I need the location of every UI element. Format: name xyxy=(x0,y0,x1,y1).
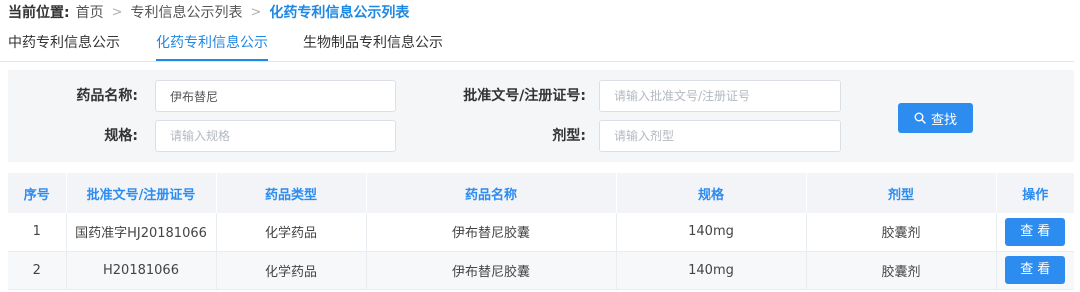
column-header-action: 操作 xyxy=(996,173,1074,213)
column-header-approval-no: 批准文号/注册证号 xyxy=(66,173,217,213)
view-button[interactable]: 查看 xyxy=(1005,256,1066,284)
breadcrumb-patent-list-link[interactable]: 专利信息公示列表 xyxy=(131,2,243,22)
drug-name-input[interactable] xyxy=(155,80,396,112)
tab-chemical-patent[interactable]: 化药专利信息公示 xyxy=(156,30,268,61)
cell-no: 2 xyxy=(8,251,67,290)
cell-action: 查看 xyxy=(996,251,1074,290)
search-button-label: 查找 xyxy=(930,112,957,128)
cell-spec: 140mg xyxy=(616,251,807,290)
dosage-form-input[interactable] xyxy=(599,120,841,152)
view-button[interactable]: 查看 xyxy=(1005,217,1066,246)
column-header-drug-type: 药品类型 xyxy=(216,173,367,213)
table-row: 2 H20181066 化学药品 伊布替尼胶囊 140mg 胶囊剂 查看 xyxy=(8,251,1074,290)
breadcrumb-current: 化药专利信息公示列表 xyxy=(269,5,410,21)
spec-label: 规格: xyxy=(104,128,138,144)
breadcrumb: 当前位置: 首页 > 专利信息公示列表 > 化药专利信息公示列表 xyxy=(8,2,409,22)
cell-drug-type: 化学药品 xyxy=(216,213,367,252)
tab-biologic-patent[interactable]: 生物制品专利信息公示 xyxy=(303,30,443,61)
cell-drug-name: 伊布替尼胶囊 xyxy=(366,213,617,252)
tab-tcm-patent[interactable]: 中药专利信息公示 xyxy=(8,30,120,61)
approval-no-input[interactable] xyxy=(599,80,841,112)
column-header-spec: 规格 xyxy=(616,173,807,213)
cell-action: 查看 xyxy=(996,213,1074,252)
filter-panel: 药品名称: 批准文号/注册证号: 规格: 剂型: 查找 xyxy=(8,70,1074,162)
spec-input[interactable] xyxy=(155,120,396,152)
cell-dosage-form: 胶囊剂 xyxy=(806,251,997,290)
cell-approval-no: H20181066 xyxy=(66,251,217,290)
breadcrumb-separator: > xyxy=(111,4,123,20)
cell-approval-no: 国药准字HJ20181066 xyxy=(66,213,217,252)
cell-no: 1 xyxy=(8,213,67,252)
column-header-drug-name: 药品名称 xyxy=(366,173,617,213)
cell-drug-name: 伊布替尼胶囊 xyxy=(366,251,617,290)
tab-bar: 中药专利信息公示 化药专利信息公示 生物制品专利信息公示 xyxy=(0,30,1074,62)
search-icon xyxy=(914,112,926,124)
column-header-no: 序号 xyxy=(8,173,67,213)
breadcrumb-prefix: 当前位置: xyxy=(8,5,70,21)
search-button[interactable]: 查找 xyxy=(898,103,973,133)
breadcrumb-separator: > xyxy=(250,4,262,20)
column-header-dosage-form: 剂型 xyxy=(806,173,997,213)
table-row: 1 国药准字HJ20181066 化学药品 伊布替尼胶囊 140mg 胶囊剂 查… xyxy=(8,213,1074,252)
table-header-row: 序号 批准文号/注册证号 药品类型 药品名称 规格 剂型 操作 xyxy=(8,173,1074,213)
cell-drug-type: 化学药品 xyxy=(216,251,367,290)
drug-name-label: 药品名称: xyxy=(76,88,138,104)
cell-dosage-form: 胶囊剂 xyxy=(806,213,997,252)
results-table: 序号 批准文号/注册证号 药品类型 药品名称 规格 剂型 操作 1 国药准字HJ… xyxy=(8,173,1074,290)
cell-spec: 140mg xyxy=(616,213,807,252)
breadcrumb-home-link[interactable]: 首页 xyxy=(76,2,104,22)
dosage-form-label: 剂型: xyxy=(552,128,586,144)
approval-no-label: 批准文号/注册证号: xyxy=(463,88,586,104)
